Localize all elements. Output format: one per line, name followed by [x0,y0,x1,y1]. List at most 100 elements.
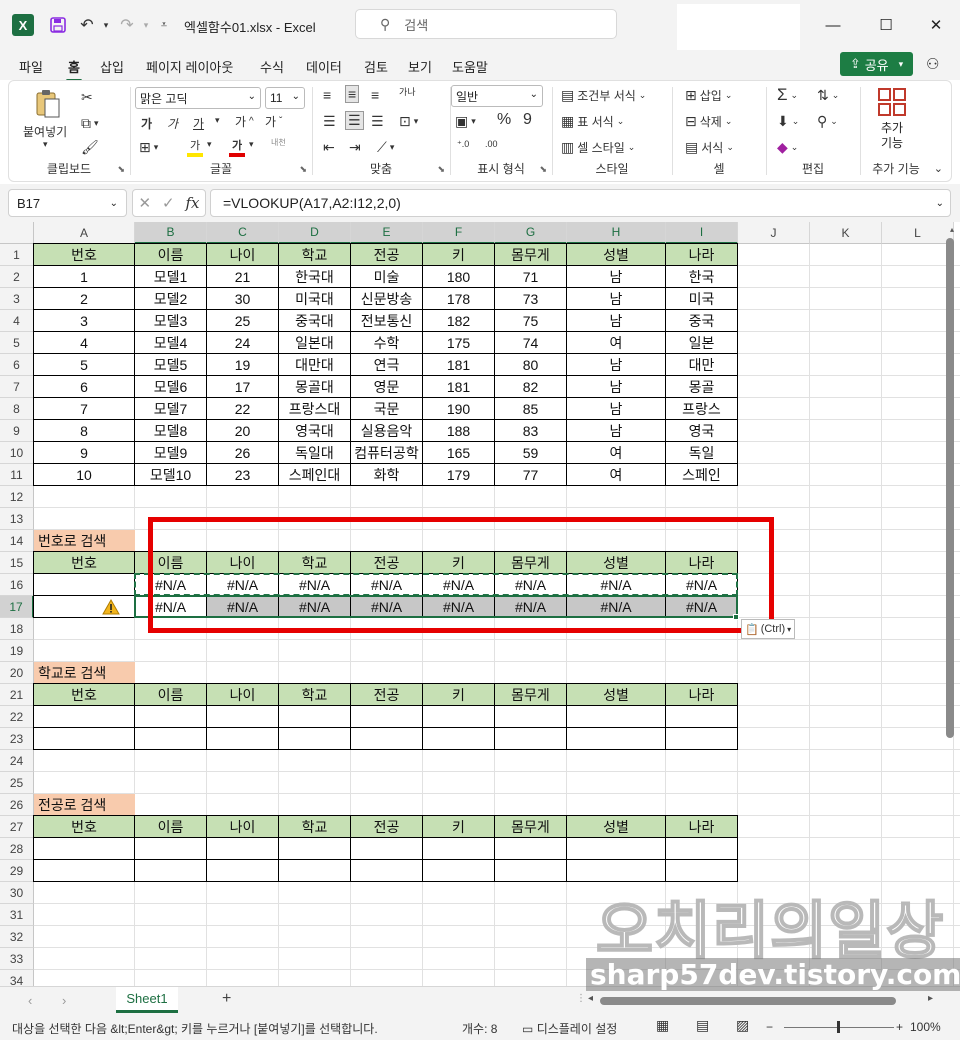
shrink-font-button[interactable]: 가ˇ [265,113,282,130]
next-sheet-icon[interactable]: › [62,993,66,1008]
table-cell[interactable]: 한국대 [278,265,351,288]
empty-result-cell[interactable] [206,727,279,750]
decrease-indent-icon[interactable]: ⇤ [323,139,335,156]
table-cell[interactable]: 7 [33,397,135,420]
table-cell[interactable]: 2 [33,287,135,310]
format-cells-button[interactable]: ▤ 서식 ⌄ [685,139,734,156]
border-icon[interactable]: ⊞ ▾ [139,139,158,156]
number-search-header-4[interactable]: 전공 [350,551,423,574]
scroll-right-icon[interactable]: ▸ [928,993,933,1004]
table-cell[interactable]: 남 [566,287,666,310]
row-header-28[interactable]: 28 [0,838,34,860]
table-cell[interactable]: 몽골 [665,375,738,398]
font-color-icon[interactable]: 가 [229,137,245,157]
table-cell[interactable]: 신문방송 [350,287,423,310]
sheet-tab-sheet1[interactable]: Sheet1 [116,987,178,1013]
name-box[interactable]: B17 ⌄ [8,189,127,217]
major-search-header-2[interactable]: 나이 [206,815,279,838]
column-header-f[interactable]: F [423,222,495,244]
orientation-icon[interactable]: ⟋ ▾ [377,139,394,156]
enter-icon[interactable]: ✓ [162,194,175,212]
currency-icon[interactable]: ▣ ▾ [455,113,476,130]
zoom-level[interactable]: 100% [910,1020,941,1034]
major-search-header-8[interactable]: 나라 [665,815,738,838]
sort-filter-icon[interactable]: ⇅ ⌄ [817,87,839,104]
table-cell[interactable]: 전보통신 [350,309,423,332]
empty-result-cell[interactable] [33,837,135,860]
align-top-icon[interactable]: ≡ [323,87,331,103]
paste-dropdown-icon[interactable]: ▾ [43,139,48,150]
table-cell[interactable]: 26 [206,441,279,464]
align-center-icon[interactable]: ☰ [345,111,364,130]
table-cell[interactable]: 모델1 [134,265,207,288]
table-header-6[interactable]: 몸무게 [494,243,567,266]
tab-home[interactable]: 홈 [66,57,82,82]
conditional-formatting-button[interactable]: ▤ 조건부 서식 ⌄ [561,87,646,104]
table-cell[interactable]: 182 [422,309,495,332]
empty-result-cell[interactable] [278,859,351,882]
number-search-header-1[interactable]: 이름 [134,551,207,574]
table-header-0[interactable]: 번호 [33,243,135,266]
table-cell[interactable]: 스페인대 [278,463,351,486]
table-cell[interactable]: 178 [422,287,495,310]
table-cell[interactable]: 남 [566,265,666,288]
empty-result-cell[interactable] [206,859,279,882]
table-cell[interactable]: 181 [422,353,495,376]
maximize-icon[interactable]: ☐ [868,10,904,40]
collapse-ribbon-icon[interactable]: ⌄ [934,162,943,175]
table-cell[interactable]: 프랑스 [665,397,738,420]
major-search-header-5[interactable]: 키 [422,815,495,838]
underline-button[interactable]: 가 [193,115,204,132]
row-header-30[interactable]: 30 [0,882,34,904]
dialog-launcher-icon[interactable]: ⬊ [117,164,125,175]
table-cell[interactable]: 6 [33,375,135,398]
empty-result-cell[interactable] [665,837,738,860]
table-cell[interactable]: 스페인 [665,463,738,486]
table-cell[interactable]: 모델10 [134,463,207,486]
number-search-header-3[interactable]: 학교 [278,551,351,574]
table-cell[interactable]: 중국 [665,309,738,332]
table-cell[interactable]: 75 [494,309,567,332]
expand-formula-icon[interactable]: ⌄ [936,198,944,209]
number-format-select[interactable]: 일반 ⌄ [451,85,543,107]
empty-result-cell[interactable] [350,705,423,728]
table-cell[interactable]: 85 [494,397,567,420]
empty-result-cell[interactable] [665,705,738,728]
na-result-cell[interactable]: #N/A [350,595,423,618]
table-cell[interactable]: 영국 [665,419,738,442]
empty-result-cell[interactable] [566,859,666,882]
empty-result-cell[interactable] [422,727,495,750]
table-cell[interactable]: 9 [33,441,135,464]
school-search-header-6[interactable]: 몸무게 [494,683,567,706]
column-header-c[interactable]: C [207,222,279,244]
warning-icon[interactable] [102,599,120,615]
tab-file[interactable]: 파일 [19,57,43,76]
row-header-4[interactable]: 4 [0,310,34,332]
number-search-header-8[interactable]: 나라 [665,551,738,574]
major-search-header-6[interactable]: 몸무게 [494,815,567,838]
major-search-header-3[interactable]: 학교 [278,815,351,838]
empty-result-cell[interactable] [134,705,207,728]
format-as-table-button[interactable]: ▦ 표 서식 ⌄ [561,113,624,130]
empty-result-cell[interactable] [494,859,567,882]
major-search-header-4[interactable]: 전공 [350,815,423,838]
column-header-h[interactable]: H [567,222,666,244]
font-color-dropdown-icon[interactable]: ▾ [249,139,254,150]
empty-result-cell[interactable] [278,705,351,728]
table-cell[interactable]: 연극 [350,353,423,376]
tab-data[interactable]: 데이터 [306,57,342,76]
table-cell[interactable]: 10 [33,463,135,486]
school-search-header-2[interactable]: 나이 [206,683,279,706]
table-cell[interactable]: 실용음악 [350,419,423,442]
wrap-text-icon[interactable]: 가나 [399,85,416,98]
number-search-header-6[interactable]: 몸무게 [494,551,567,574]
empty-result-cell[interactable] [206,837,279,860]
empty-result-cell[interactable] [33,859,135,882]
table-cell[interactable]: 대만대 [278,353,351,376]
row-header-25[interactable]: 25 [0,772,34,794]
vertical-scrollbar[interactable] [946,238,954,738]
empty-result-cell[interactable] [566,727,666,750]
empty-result-cell[interactable] [422,705,495,728]
school-search-header-8[interactable]: 나라 [665,683,738,706]
na-result-cell[interactable]: #N/A [278,573,351,596]
